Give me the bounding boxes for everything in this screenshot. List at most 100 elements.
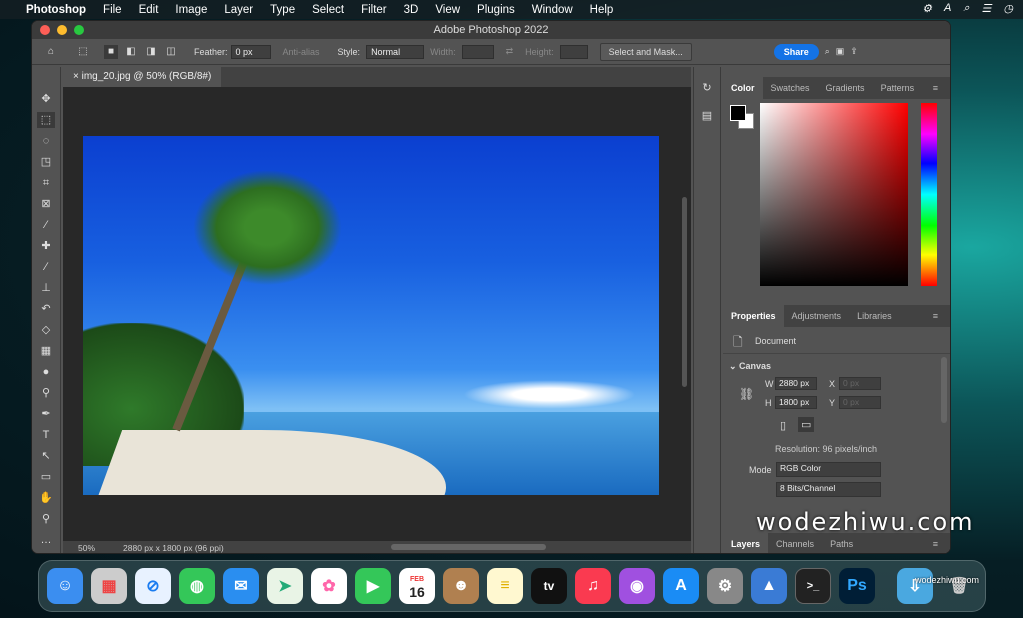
tab-patterns[interactable]: Patterns xyxy=(873,77,923,99)
vertical-scrollbar[interactable] xyxy=(682,197,687,387)
intersect-selection-icon[interactable]: ◫ xyxy=(164,45,178,59)
stamp-tool-icon[interactable]: ⊥ xyxy=(37,280,55,296)
new-selection-icon[interactable]: ■ xyxy=(104,44,118,59)
tab-color[interactable]: Color xyxy=(723,77,763,99)
notes-icon[interactable]: ≡ xyxy=(487,568,523,604)
add-selection-icon[interactable]: ◧ xyxy=(124,45,138,59)
terminal-icon[interactable]: >_ xyxy=(795,568,831,604)
landscape-icon[interactable]: ▭ xyxy=(798,417,815,432)
marquee-preset-icon[interactable]: ⬚ xyxy=(76,45,90,59)
eyedropper-tool-icon[interactable]: ⁄ xyxy=(37,217,55,233)
subtract-selection-icon[interactable]: ◨ xyxy=(144,45,158,59)
menu-type[interactable]: Type xyxy=(270,4,295,16)
finder-icon[interactable]: ☺ xyxy=(47,568,83,604)
menu-file[interactable]: File xyxy=(103,4,122,16)
lasso-tool-icon[interactable]: ◌ xyxy=(37,133,55,149)
close-button[interactable] xyxy=(40,25,50,35)
menu-edit[interactable]: Edit xyxy=(139,4,159,16)
path-select-tool-icon[interactable]: ↖ xyxy=(37,448,55,464)
mode-select[interactable]: RGB Color xyxy=(776,462,881,477)
panel-menu-icon[interactable]: ≡ xyxy=(925,533,946,553)
style-select[interactable]: Normal xyxy=(366,44,425,59)
more-tools-icon[interactable]: … xyxy=(37,532,55,548)
hue-slider[interactable] xyxy=(921,103,937,286)
launchpad-icon[interactable]: ▦ xyxy=(91,568,127,604)
width-input[interactable] xyxy=(461,44,494,59)
menu-window[interactable]: Window xyxy=(532,4,573,16)
tab-adjustments[interactable]: Adjustments xyxy=(784,305,850,327)
share-button[interactable]: Share xyxy=(773,43,819,60)
messages-icon[interactable]: ◍ xyxy=(179,568,215,604)
foreground-color[interactable] xyxy=(730,105,746,121)
menu-3d[interactable]: 3D xyxy=(404,4,419,16)
history-brush-icon[interactable]: ↶ xyxy=(37,301,55,317)
x-input[interactable]: 0 px xyxy=(839,377,881,390)
type-tool-icon[interactable]: T xyxy=(37,427,55,443)
horizontal-scrollbar[interactable] xyxy=(391,544,546,550)
facetime-icon[interactable]: ▶ xyxy=(355,568,391,604)
dodge-tool-icon[interactable]: ⚲ xyxy=(37,385,55,401)
move-tool-icon[interactable]: ✥ xyxy=(37,91,55,107)
bit-depth-select[interactable]: 8 Bits/Channel xyxy=(776,482,881,497)
contacts-icon[interactable]: ☻ xyxy=(443,568,479,604)
brush-tool-icon[interactable]: ∕ xyxy=(37,259,55,275)
feather-input[interactable]: 0 px xyxy=(230,44,271,59)
menu-help[interactable]: Help xyxy=(590,4,614,16)
zoom-level[interactable]: 50% xyxy=(78,541,95,553)
search-icon[interactable]: ⌕ xyxy=(825,46,830,57)
height-input[interactable] xyxy=(559,44,588,59)
input-source-icon[interactable]: A xyxy=(944,2,951,15)
panel-menu-icon[interactable]: ≡ xyxy=(925,77,946,99)
menu-filter[interactable]: Filter xyxy=(361,4,387,16)
clock-icon[interactable]: ◷ xyxy=(1003,2,1013,15)
tab-libraries[interactable]: Libraries xyxy=(849,305,900,327)
downloads-folder-icon[interactable]: ⇩ xyxy=(897,568,933,604)
canvas-section[interactable]: ⌄ Canvas xyxy=(729,361,771,372)
pen-tool-icon[interactable]: ✒ xyxy=(37,406,55,422)
object-select-tool-icon[interactable]: ◳ xyxy=(37,154,55,170)
blur-tool-icon[interactable]: ● xyxy=(37,364,55,380)
y-input[interactable]: 0 px xyxy=(839,396,881,409)
link-icon[interactable]: ⛓ xyxy=(739,387,754,401)
canvas-height-input[interactable]: 1800 px xyxy=(775,396,817,409)
eraser-tool-icon[interactable]: ◇ xyxy=(37,322,55,338)
rectangle-tool-icon[interactable]: ▭ xyxy=(37,469,55,485)
gradient-tool-icon[interactable]: ▦ xyxy=(37,343,55,359)
trash-icon[interactable]: 🗑 xyxy=(941,568,977,604)
zoom-button[interactable] xyxy=(74,25,84,35)
calendar-icon[interactable]: FEB 16 xyxy=(399,568,435,604)
music-icon[interactable]: ♫ xyxy=(575,568,611,604)
properties-scrollbar[interactable] xyxy=(941,357,947,423)
crop-tool-icon[interactable]: ⌗ xyxy=(37,175,55,191)
canvas-width-input[interactable]: 2880 px xyxy=(775,377,817,390)
cc-icon[interactable]: ⚙ xyxy=(922,2,932,15)
podcasts-icon[interactable]: ◉ xyxy=(619,568,655,604)
anti-alias-checkbox[interactable]: Anti-alias xyxy=(283,47,320,57)
menu-view[interactable]: View xyxy=(435,4,460,16)
app-store-icon[interactable]: A xyxy=(663,568,699,604)
close-tab-icon[interactable]: × xyxy=(73,71,82,82)
maps-icon[interactable]: ➤ xyxy=(267,568,303,604)
swap-icon[interactable]: ⇄ xyxy=(506,46,514,57)
hand-tool-icon[interactable]: ✋ xyxy=(37,490,55,506)
menu-layer[interactable]: Layer xyxy=(224,4,253,16)
system-preferences-icon[interactable]: ⚙ xyxy=(707,568,743,604)
healing-tool-icon[interactable]: ✚ xyxy=(37,238,55,254)
export-icon[interactable]: ⇪ xyxy=(850,46,858,57)
apple-tv-icon[interactable]: tv xyxy=(531,568,567,604)
menu-image[interactable]: Image xyxy=(175,4,207,16)
comments-icon[interactable]: ▤ xyxy=(699,109,715,123)
select-and-mask-button[interactable]: Select and Mask... xyxy=(599,42,692,61)
tab-properties[interactable]: Properties xyxy=(723,305,784,327)
tab-gradients[interactable]: Gradients xyxy=(818,77,873,99)
mail-icon[interactable]: ✉ xyxy=(223,568,259,604)
monterey-icon[interactable]: ▲ xyxy=(751,568,787,604)
workspace-icon[interactable]: ▣ xyxy=(836,46,845,57)
document-tab[interactable]: × img_20.jpg @ 50% (RGB/8#) xyxy=(63,67,222,87)
menu-select[interactable]: Select xyxy=(312,4,344,16)
history-icon[interactable]: ↻ xyxy=(699,81,715,95)
canvas-image[interactable] xyxy=(83,136,659,495)
tab-layers[interactable]: Layers xyxy=(723,533,769,553)
tab-paths[interactable]: Paths xyxy=(822,533,861,553)
photos-icon[interactable]: ✿ xyxy=(311,568,347,604)
